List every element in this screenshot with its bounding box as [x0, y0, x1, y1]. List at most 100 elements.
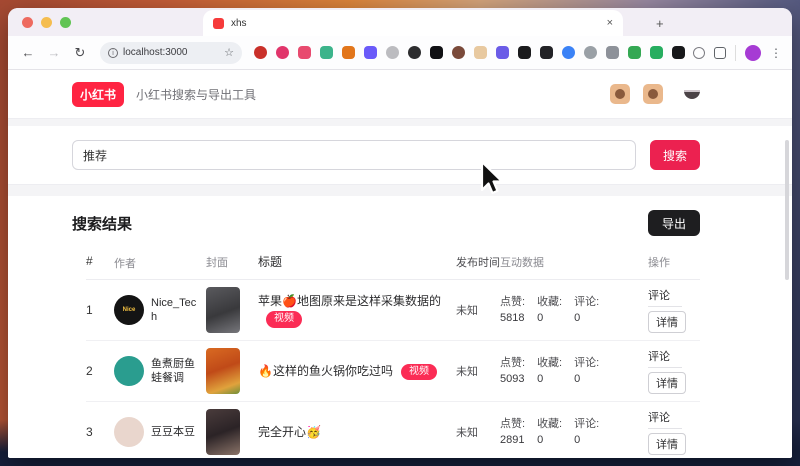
- author-cell: 豆豆本豆: [114, 417, 206, 447]
- ext-black-a-icon[interactable]: [518, 46, 531, 59]
- ext-green-cursor-icon[interactable]: [628, 46, 641, 59]
- publish-time: 未知: [456, 363, 500, 379]
- export-button[interactable]: 导出: [648, 210, 700, 236]
- ext-pink-square-icon[interactable]: [298, 46, 311, 59]
- tab-strip: xhs × +: [8, 8, 792, 36]
- bookmark-star-icon[interactable]: ☆: [224, 46, 234, 59]
- github-icon[interactable]: [643, 84, 663, 104]
- stat-value: 0: [537, 371, 562, 388]
- mouse-cursor: [478, 160, 506, 198]
- ext-brown-icon[interactable]: [452, 46, 465, 59]
- browser-tab[interactable]: xhs ×: [203, 10, 623, 36]
- zoom-window-button[interactable]: [60, 17, 71, 28]
- tab-title: xhs: [231, 18, 600, 29]
- stat-item: 点赞:5093: [500, 355, 525, 388]
- cover-image[interactable]: [206, 409, 240, 455]
- twitter-icon[interactable]: [610, 84, 630, 104]
- stat-label: 点赞:: [500, 355, 525, 372]
- author-cell: 鱼煮厨鱼蛙餐调: [114, 356, 206, 386]
- stat-item: 收藏:0: [537, 416, 562, 449]
- ext-red-ring-icon[interactable]: [254, 46, 267, 59]
- results-heading: 搜索结果: [72, 213, 132, 234]
- cover-image[interactable]: [206, 348, 240, 394]
- ext-blue-check-icon[interactable]: [562, 46, 575, 59]
- ext-si-icon[interactable]: [364, 46, 377, 59]
- close-window-button[interactable]: [22, 17, 33, 28]
- toolbar-right: ⋮: [693, 45, 782, 61]
- forward-icon[interactable]: →: [44, 45, 64, 60]
- stat-label: 点赞:: [500, 416, 525, 433]
- stat-value: 0: [537, 310, 562, 327]
- ext-fox-icon[interactable]: [342, 46, 355, 59]
- search-input[interactable]: [72, 140, 636, 170]
- results-table: # 作者 封面 标题 发布时间 互动数据 操作 1NiceNice_Tech苹果…: [72, 248, 700, 457]
- author-avatar[interactable]: [114, 417, 144, 447]
- comment-action-link[interactable]: 评论: [648, 287, 682, 307]
- reload-icon[interactable]: ↻: [70, 45, 90, 61]
- detail-button[interactable]: 详情: [648, 372, 686, 394]
- comment-action-link[interactable]: 评论: [648, 348, 682, 368]
- ext-cat-icon[interactable]: [540, 46, 553, 59]
- author-name[interactable]: 豆豆本豆: [151, 425, 195, 440]
- ext-dark-ring-icon[interactable]: [408, 46, 421, 59]
- comment-action-link[interactable]: 评论: [648, 409, 682, 429]
- author-avatar[interactable]: [114, 356, 144, 386]
- page-scrollbar[interactable]: [785, 140, 789, 280]
- col-index: #: [86, 254, 114, 271]
- col-interactions: 互动数据: [500, 254, 648, 271]
- gear-icon[interactable]: [693, 47, 705, 59]
- new-tab-button[interactable]: +: [656, 16, 664, 31]
- author-avatar[interactable]: Nice: [114, 295, 144, 325]
- ext-flag-icon[interactable]: [672, 46, 685, 59]
- note-title[interactable]: 完全开心🥳: [258, 425, 321, 439]
- table-body: 1NiceNice_Tech苹果🍎地图原来是这样采集数据的视频未知点赞:5818…: [86, 280, 700, 457]
- profile-avatar[interactable]: [745, 45, 761, 61]
- search-button[interactable]: 搜索: [650, 140, 700, 170]
- tab-close-icon[interactable]: ×: [607, 17, 613, 29]
- search-section: 搜索: [8, 126, 792, 184]
- author-name[interactable]: Nice_Tech: [151, 296, 202, 326]
- page-content: 小红书 小红书搜索与导出工具 搜索 搜索结果 导出 # 作者 封面: [8, 70, 792, 457]
- stat-value: 0: [574, 310, 599, 327]
- ext-k-icon[interactable]: [430, 46, 443, 59]
- col-cover: 封面: [206, 254, 258, 271]
- ext-arrow-circle-icon[interactable]: [584, 46, 597, 59]
- address-bar[interactable]: i localhost:3000 ☆: [100, 42, 242, 64]
- extension-icons: [254, 46, 685, 59]
- table-header-row: # 作者 封面 标题 发布时间 互动数据 操作: [86, 248, 700, 280]
- ext-gray-circle-icon[interactable]: [386, 46, 399, 59]
- results-section: 搜索结果 导出 # 作者 封面 标题 发布时间 互动数据 操作 1NiceNic…: [8, 196, 792, 457]
- stat-item: 评论:0: [574, 416, 599, 449]
- detail-button[interactable]: 详情: [648, 311, 686, 333]
- back-icon[interactable]: ←: [18, 45, 38, 60]
- table-row: 2鱼煮厨鱼蛙餐调🔥这样的鱼火锅你吃过吗视频未知点赞:5093收藏:0评论:0评论…: [86, 341, 700, 402]
- ext-mountain-icon[interactable]: [320, 46, 333, 59]
- cover-image[interactable]: [206, 287, 240, 333]
- actions-cell: 评论详情: [648, 409, 700, 455]
- ext-green-triangle-icon[interactable]: [650, 46, 663, 59]
- title-cell: 苹果🍎地图原来是这样采集数据的视频: [258, 293, 456, 328]
- note-title[interactable]: 苹果🍎地图原来是这样采集数据的: [258, 294, 441, 308]
- ext-camera-icon[interactable]: [276, 46, 289, 59]
- minimize-window-button[interactable]: [41, 17, 52, 28]
- extensions-puzzle-icon[interactable]: [714, 47, 726, 59]
- col-publish-time: 发布时间: [456, 254, 500, 271]
- stat-item: 评论:0: [574, 294, 599, 327]
- table-row: 3豆豆本豆完全开心🥳未知点赞:2891收藏:0评论:0评论详情: [86, 402, 700, 457]
- detail-button[interactable]: 详情: [648, 433, 686, 455]
- row-index: 2: [86, 364, 114, 378]
- ext-gb-icon[interactable]: [606, 46, 619, 59]
- stat-value: 0: [537, 432, 562, 449]
- author-cell: NiceNice_Tech: [114, 295, 206, 325]
- note-title[interactable]: 🔥这样的鱼火锅你吃过吗: [258, 364, 393, 378]
- publish-time: 未知: [456, 302, 500, 318]
- author-name[interactable]: 鱼煮厨鱼蛙餐调: [151, 357, 202, 387]
- cover-cell: [206, 348, 258, 394]
- ext-tan-icon[interactable]: [474, 46, 487, 59]
- chrome-menu-icon[interactable]: ⋮: [770, 46, 782, 60]
- header-icons: [610, 84, 700, 104]
- site-info-icon[interactable]: i: [108, 48, 118, 58]
- stat-label: 评论:: [574, 416, 599, 433]
- video-badge: 视频: [401, 364, 437, 381]
- ext-indigo-icon[interactable]: [496, 46, 509, 59]
